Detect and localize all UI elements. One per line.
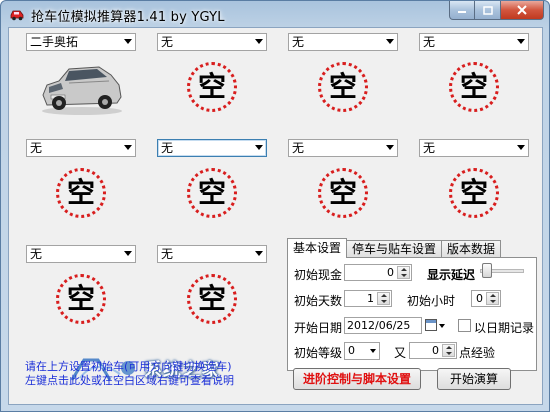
show-delay-label: 显示延迟 [427,268,476,282]
initial-days-spinner[interactable]: 1 [344,290,392,307]
minimize-button[interactable] [449,1,475,20]
initial-level-select[interactable]: 0 [344,342,380,360]
car-select-7[interactable]: 无 [288,139,398,157]
initial-hour-label: 初始小时 [407,294,456,308]
car-select-value: 无 [30,247,43,261]
start-date-picker[interactable]: 2012/06/25 [344,317,422,334]
empty-slot-icon: 空 [318,168,368,218]
empty-slot-label: 空 [66,176,95,209]
start-date-label: 开始日期 [294,321,343,335]
tab-basic-settings[interactable]: 基本设置 [287,238,348,258]
initial-days-label: 初始天数 [294,294,343,308]
advanced-settings-button[interactable]: 进阶控制与脚本设置 [293,368,421,390]
car-select-3[interactable]: 无 [288,33,398,51]
initial-days-value: 1 [367,292,374,305]
chevron-down-icon[interactable] [439,324,445,328]
empty-slot-label: 空 [459,176,488,209]
initial-hour-spinner[interactable]: 0 [471,290,501,307]
tab-parking-settings[interactable]: 停车与贴车设置 [346,240,443,258]
record-by-date-checkbox[interactable] [458,319,471,332]
initial-level-label: 初始等级 [294,346,343,360]
experience-label: 点经验 [459,346,496,360]
empty-slot-icon: 空 [187,62,237,112]
car-app-icon [10,10,24,21]
car-select-1[interactable]: 二手奥拓 [26,33,136,51]
tab-version-data[interactable]: 版本数据 [441,240,502,258]
empty-slot-icon: 空 [449,62,499,112]
chevron-down-icon [517,145,525,150]
empty-slot-icon: 空 [318,62,368,112]
spin-arrows-icon[interactable] [397,266,410,279]
car-select-8[interactable]: 无 [419,139,529,157]
empty-slot-label: 空 [328,70,357,103]
start-date-value: 2012/06/25 [347,319,411,332]
settings-tabs: 基本设置 停车与贴车设置 版本数据 [287,238,502,258]
empty-slot-icon: 空 [56,168,106,218]
calendar-icon[interactable] [425,319,437,331]
empty-slot-label: 空 [197,176,226,209]
initial-hour-value: 0 [476,292,483,305]
car-select-9[interactable]: 无 [26,245,136,263]
caption-buttons [449,1,544,20]
record-by-date-label: 以日期记录 [474,321,535,335]
experience-value: 0 [432,344,439,357]
car-image [42,66,122,115]
chevron-down-icon [124,39,132,44]
chevron-down-icon [386,39,394,44]
minimize-icon [458,11,466,13]
initial-cash-value: 0 [387,266,394,279]
car-select-value: 无 [292,35,305,49]
car-select-value: 无 [161,247,174,261]
window-title: 抢车位模拟推算器1.41 by YGYL [31,10,225,25]
empty-slot-icon: 空 [187,168,237,218]
car-select-4[interactable]: 无 [419,33,529,51]
empty-slot-label: 空 [197,70,226,103]
and-label: 又 [394,346,407,360]
car-select-6[interactable]: 无 [157,139,267,157]
car-select-2[interactable]: 无 [157,33,267,51]
start-calculation-button[interactable]: 开始演算 [437,368,511,390]
car-select-value: 无 [423,35,436,49]
empty-slot-label: 空 [459,70,488,103]
title-bar[interactable]: 抢车位模拟推算器1.41 by YGYL [1,1,549,27]
chevron-down-icon [255,145,263,150]
car-select-value: 无 [292,141,305,155]
chevron-down-icon [370,349,376,353]
close-icon [517,5,527,15]
car-select-5[interactable]: 无 [26,139,136,157]
close-button[interactable] [501,1,544,20]
chevron-down-icon [386,145,394,150]
initial-cash-label: 初始现金 [294,268,343,282]
delay-slider-thumb[interactable] [482,263,492,278]
chevron-down-icon [124,251,132,256]
client-area[interactable]: 二手奥拓 无 空 无 空 无 空 无 空 无 空 无 空 无 空 无 空 无 空… [8,27,543,405]
chevron-down-icon [255,39,263,44]
app-window: 抢车位模拟推算器1.41 by YGYL 二手奥拓 无 空 无 空 无 空 无 … [0,0,550,412]
maximize-button[interactable] [475,1,501,20]
empty-slot-icon: 空 [187,274,237,324]
empty-slot-label: 空 [66,282,95,315]
experience-spinner[interactable]: 0 [409,342,457,359]
spin-arrows-icon[interactable] [377,292,390,305]
car-select-value: 无 [161,141,174,155]
spin-arrows-icon[interactable] [486,292,499,305]
chevron-down-icon [255,251,263,256]
chevron-down-icon [124,145,132,150]
empty-slot-icon: 空 [449,168,499,218]
car-select-value: 二手奥拓 [30,35,79,49]
car-select-value: 无 [161,35,174,49]
spin-arrows-icon[interactable] [442,344,455,357]
hint-line-2[interactable]: 左键点击此处或在空白区域右键可查看说明 [25,372,234,388]
car-select-value: 无 [30,141,43,155]
chevron-down-icon [517,39,525,44]
car-select-value: 无 [423,141,436,155]
empty-slot-label: 空 [328,176,357,209]
maximize-icon [482,5,493,15]
car-select-10[interactable]: 无 [157,245,267,263]
initial-cash-spinner[interactable]: 0 [344,264,412,281]
empty-slot-icon: 空 [56,274,106,324]
empty-slot-label: 空 [197,282,226,315]
initial-level-value: 0 [348,344,355,357]
